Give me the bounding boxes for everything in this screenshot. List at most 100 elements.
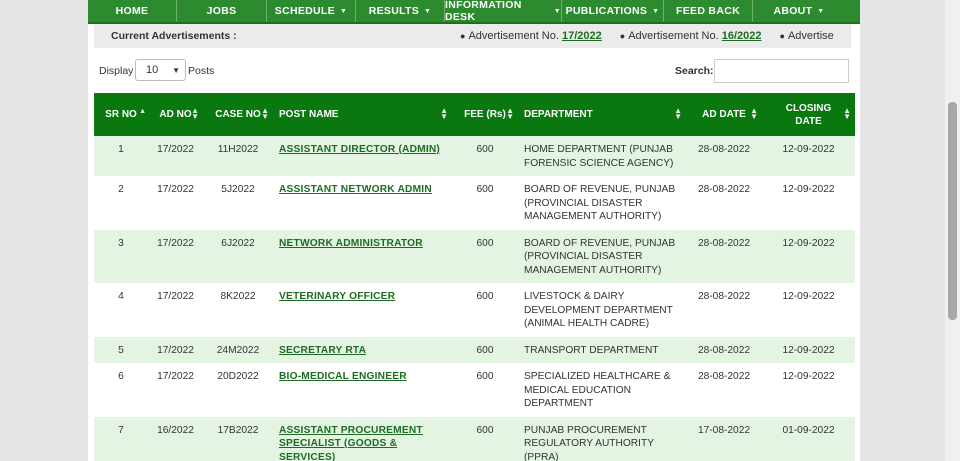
nav-item-jobs[interactable]: JOBS	[177, 0, 267, 22]
nav-item-label: SCHEDULE	[274, 5, 335, 17]
column-header-sr-no[interactable]: SR NO ▲	[94, 93, 148, 136]
posts-label: Posts	[188, 65, 215, 77]
post-name-link[interactable]: SECRETARY RTA	[279, 345, 366, 356]
bullet-icon: ●	[460, 31, 466, 41]
cell-dept: PUNJAB PROCUREMENT REGULATORY AUTHORITY …	[524, 424, 654, 461]
column-header-ad-date[interactable]: AD DATE ▲ ▼	[686, 93, 762, 136]
column-header-case-no[interactable]: CASE NO ▲ ▼	[203, 93, 273, 136]
cell-post: ASSISTANT PROCUREMENT SPECIALIST (GOODS …	[273, 417, 452, 461]
scrollbar-thumb[interactable]	[948, 102, 957, 320]
column-header-closing-date[interactable]: CLOSING DATE ▲ ▼	[762, 93, 855, 136]
caret-down-icon: ▼	[339, 7, 348, 15]
cell-fee: 600	[476, 424, 494, 436]
nav-item-label: PUBLICATIONS	[565, 5, 648, 17]
page-size-select[interactable]: 10 ▼	[135, 59, 186, 81]
nav-item-about[interactable]: ABOUT ▼	[753, 0, 845, 22]
column-header-ad-no[interactable]: AD NO ▲ ▼	[148, 93, 203, 136]
cell-ad-date: 28-08-2022	[697, 344, 751, 356]
post-name-link[interactable]: VETERINARY OFFICER	[279, 291, 395, 302]
ticker-item-prefix: Advertisement No.	[628, 30, 719, 42]
nav-item-results[interactable]: RESULTS ▼	[356, 0, 445, 22]
cell-sr: 6	[118, 371, 124, 382]
sort-icon: ▲ ▼	[674, 106, 682, 121]
cell-case: 20D2022	[217, 371, 259, 382]
cell-ad: 17/2022	[157, 144, 194, 155]
advertisement-ticker: Current Advertisements : ● Advertisement …	[94, 24, 851, 48]
search-input[interactable]	[714, 59, 849, 83]
cell-case: 17B2022	[217, 424, 259, 436]
cell-case: 5J2022	[221, 184, 255, 195]
table-row: 1 17/2022 11H2022 ASSISTANT DIRECTOR (ADMIN…	[94, 136, 855, 176]
cell-fee: 600	[476, 184, 494, 195]
column-header-label: CASE NO	[215, 109, 261, 120]
caret-down-icon: ▼	[817, 7, 825, 15]
column-header-department[interactable]: DEPARTMENT ▲ ▼	[518, 93, 686, 136]
cell-dept: SPECIALIZED HEALTHCARE & MEDICAL EDUCATI…	[524, 371, 671, 409]
cell-fee: 600	[476, 237, 494, 249]
ticker-item: ● Advertise	[780, 30, 834, 42]
table-row: 2 17/2022 5J2022 ASSISTANT NETWORK ADMIN 600…	[94, 176, 855, 230]
cell-closing: 12-09-2022	[782, 344, 835, 356]
column-header-post-name[interactable]: POST NAME ▲ ▼	[273, 93, 452, 136]
nav-item-publications[interactable]: PUBLICATIONS ▼	[562, 0, 664, 22]
cell-ad-date: 28-08-2022	[697, 291, 751, 302]
cell-post: SECRETARY RTA	[273, 337, 452, 364]
cell-ad: 17/2022	[157, 371, 194, 382]
cell-sr: 4	[118, 291, 124, 302]
cell-sr: 3	[118, 237, 124, 249]
display-label: Display	[99, 65, 134, 77]
post-name-link[interactable]: ASSISTANT DIRECTOR (ADMIN)	[279, 144, 440, 155]
table-row: 6 17/2022 20D2022 BIO-MEDICAL ENGINEER 600 SP…	[94, 363, 855, 417]
nav-item-label: FEED BACK	[676, 5, 740, 17]
cell-dept: BOARD OF REVENUE, PUNJAB (PROVINCIAL DIS…	[524, 184, 676, 222]
ticker-item-prefix: Advertise	[787, 30, 834, 42]
cell-ad: 16/2022	[157, 424, 194, 436]
nav-item-label: JOBS	[206, 5, 237, 17]
nav-item-schedule[interactable]: SCHEDULE ▼	[267, 0, 356, 22]
cell-ad-date: 28-08-2022	[697, 237, 751, 249]
caret-down-icon: ▼	[424, 7, 432, 15]
cell-sr: 1	[118, 144, 124, 155]
nav-item-label: ABOUT	[773, 5, 813, 17]
cell-ad-date: 28-08-2022	[697, 144, 751, 155]
scrollbar[interactable]	[945, 0, 960, 461]
cell-ad: 17/2022	[157, 344, 194, 356]
post-name-link[interactable]: ASSISTANT NETWORK ADMIN	[279, 184, 432, 195]
ticker-advertisement-link[interactable]: 17/2022	[562, 30, 602, 42]
cell-closing: 01-09-2022	[782, 424, 835, 436]
cell-sr: 2	[118, 184, 124, 195]
post-name-link[interactable]: NETWORK ADMINISTRATOR	[279, 238, 423, 249]
advertisements-table: SR NO ▲ AD NO ▲ ▼ CASE NO ▲ ▼ POST NAME ▲ ▼ FEE (Rs…	[94, 93, 855, 461]
main-navigation: HOME JOBS SCHEDULE ▼ RESULTS ▼ INFORMATION DES…	[88, 0, 860, 24]
sort-icon: ▲ ▼	[191, 106, 199, 121]
page-container: HOME JOBS SCHEDULE ▼ RESULTS ▼ INFORMATION DES…	[88, 0, 860, 461]
post-name-link[interactable]: ASSISTANT PROCUREMENT SPECIALIST (GOODS …	[279, 425, 423, 461]
cell-dept: BOARD OF REVENUE, PUNJAB (PROVINCIAL DIS…	[524, 237, 676, 276]
column-header-label: DEPARTMENT	[524, 109, 593, 120]
cell-post: BIO-MEDICAL ENGINEER	[273, 363, 452, 417]
cell-ad-date: 17-08-2022	[697, 424, 751, 436]
nav-item-information-desk[interactable]: INFORMATION DESK ▼	[445, 0, 562, 23]
cell-ad-date: 28-08-2022	[697, 371, 751, 382]
nav-item-home[interactable]: HOME	[88, 0, 177, 22]
cell-dept: LIVESTOCK & DAIRY DEVELOPMENT DEPARTMENT…	[524, 291, 673, 329]
page-size-value: 10	[146, 64, 159, 76]
cell-sr: 5	[118, 344, 124, 356]
cell-case: 8K2022	[220, 291, 256, 302]
cell-ad-date: 28-08-2022	[697, 184, 751, 195]
post-name-link[interactable]: BIO-MEDICAL ENGINEER	[279, 371, 407, 382]
cell-dept: TRANSPORT DEPARTMENT	[524, 344, 659, 356]
nav-item-label: HOME	[115, 5, 149, 17]
column-header-label: AD NO	[159, 109, 192, 120]
sort-icon: ▲ ▼	[843, 106, 851, 121]
cell-fee: 600	[476, 371, 494, 382]
table-row: 4 17/2022 8K2022 VETERINARY OFFICER 600 LIVES…	[94, 283, 855, 337]
ticker-advertisement-link[interactable]: 16/2022	[722, 30, 762, 42]
cell-post: VETERINARY OFFICER	[273, 283, 452, 337]
column-header-label: SR NO	[105, 109, 137, 120]
column-header-label: AD DATE	[702, 109, 746, 120]
column-header-fee-rs[interactable]: FEE (Rs) ▲ ▼	[452, 93, 518, 136]
nav-item-feed-back[interactable]: FEED BACK	[664, 0, 753, 22]
cell-closing: 12-09-2022	[782, 184, 835, 195]
cell-closing: 12-09-2022	[782, 291, 835, 302]
